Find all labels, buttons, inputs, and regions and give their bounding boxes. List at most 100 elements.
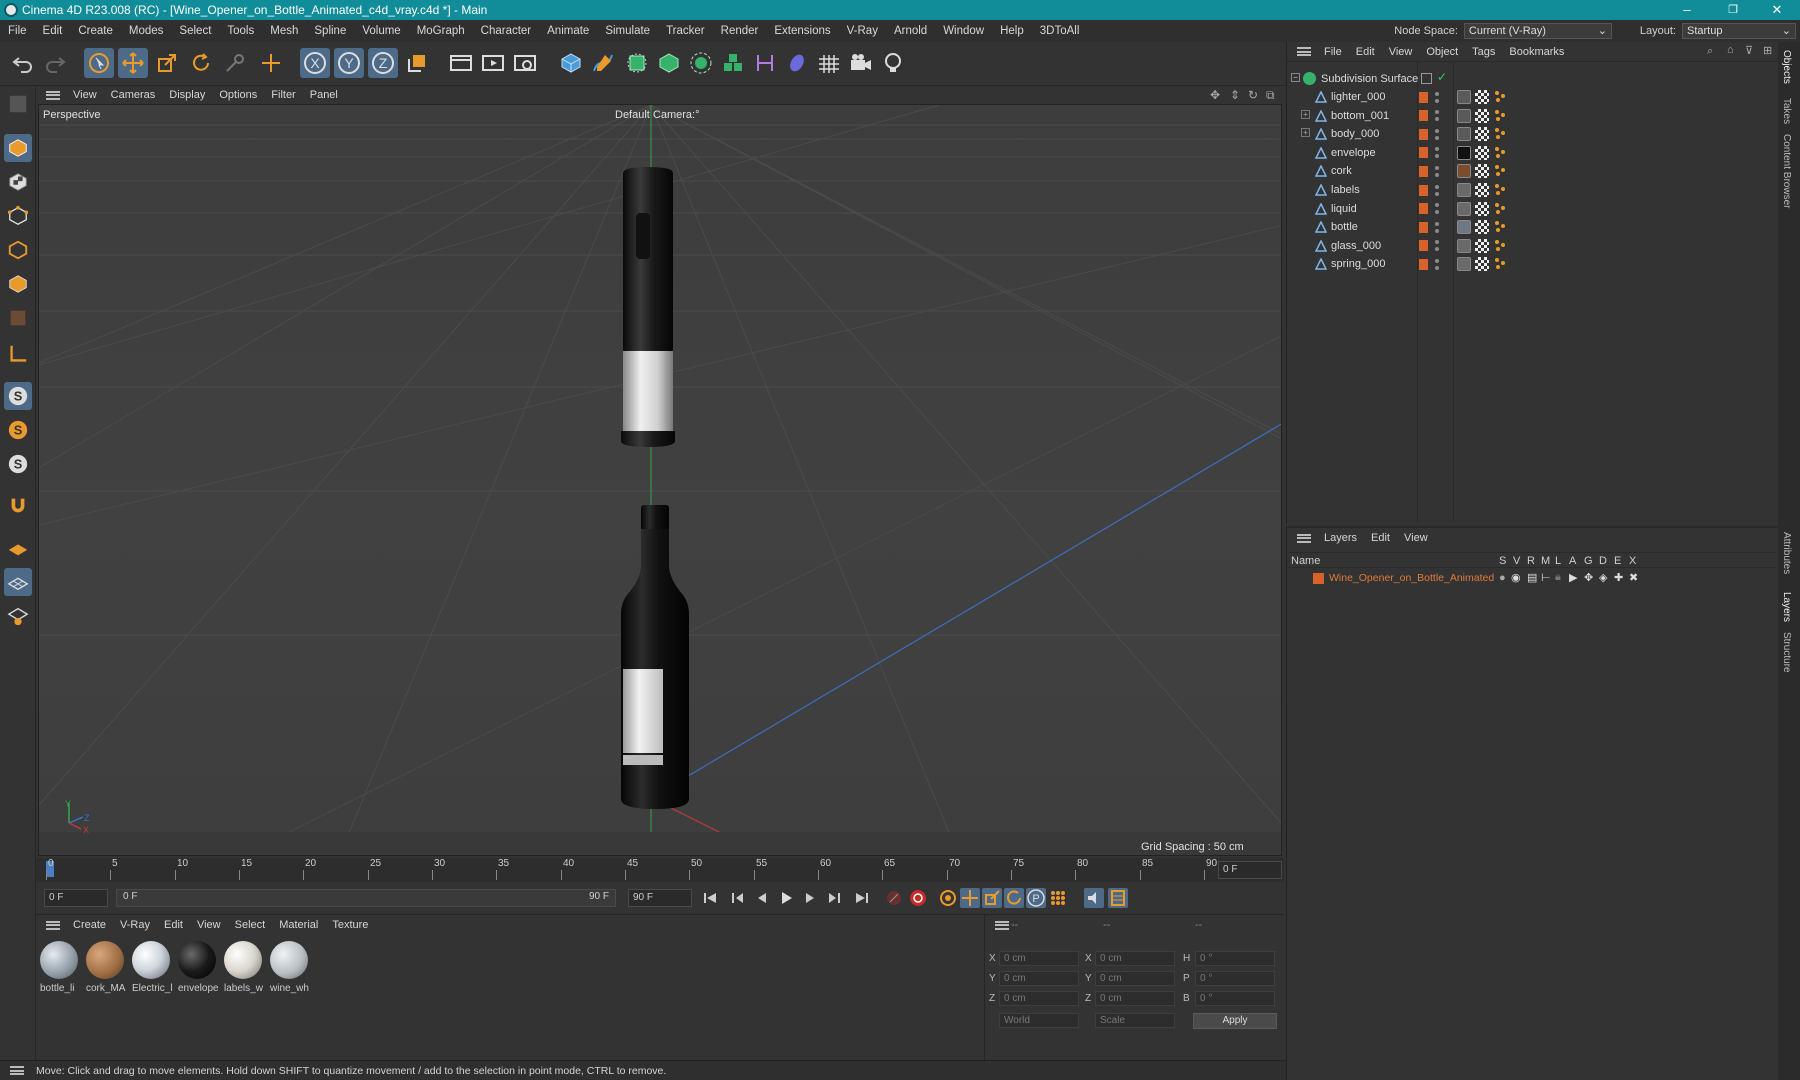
- uvw-tag-icon[interactable]: [1475, 127, 1489, 142]
- snap-toggle-button[interactable]: S: [4, 382, 32, 410]
- layers-menu-layers[interactable]: Layers: [1317, 532, 1364, 544]
- side-tab-takes[interactable]: Takes: [1781, 98, 1792, 124]
- uvw-tag-icon[interactable]: [1475, 183, 1489, 197]
- sound-icon[interactable]: [1084, 888, 1104, 908]
- object-row-root[interactable]: − Subdivision Surface ✓: [1287, 70, 1777, 88]
- scale-tool-button[interactable]: [152, 48, 182, 78]
- selection-tag-icon[interactable]: [1493, 238, 1507, 252]
- material-menu-view[interactable]: View: [190, 919, 228, 931]
- selection-tag-icon[interactable]: [1493, 108, 1507, 122]
- side-tab-attributes[interactable]: Attributes: [1781, 532, 1792, 574]
- field-button[interactable]: [782, 48, 812, 78]
- layer-color-tag[interactable]: [1419, 165, 1428, 177]
- apply-button[interactable]: Apply: [1193, 1013, 1277, 1029]
- layer-name[interactable]: Wine_Opener_on_Bottle_Animated: [1329, 572, 1494, 584]
- rotation-p-field[interactable]: 0 °: [1195, 971, 1275, 986]
- previous-key-icon[interactable]: [728, 888, 748, 908]
- current-frame-field[interactable]: 0 F: [1218, 861, 1282, 879]
- layers-column-xrefs[interactable]: X: [1629, 555, 1636, 567]
- viewport-menu-panel[interactable]: Panel: [303, 89, 345, 101]
- menu-select[interactable]: Select: [171, 25, 219, 37]
- viewport-menu-display[interactable]: Display: [162, 89, 212, 101]
- collapse-icon[interactable]: −: [1291, 73, 1300, 82]
- magnet-button[interactable]: [4, 492, 32, 520]
- expression-icon[interactable]: ✚: [1614, 571, 1623, 584]
- layers-menu-view[interactable]: View: [1397, 532, 1435, 544]
- selection-tag-icon[interactable]: [1493, 256, 1507, 270]
- cube-object-button[interactable]: [556, 48, 586, 78]
- material-tag-icon[interactable]: [1457, 164, 1471, 179]
- object-row[interactable]: + body_000: [1287, 125, 1777, 143]
- locked-workplane-button[interactable]: [4, 602, 32, 630]
- node-space-dropdown[interactable]: Current (V-Ray) ⌄: [1463, 23, 1612, 39]
- layers-column-expressions[interactable]: E: [1614, 555, 1621, 567]
- deformer-button[interactable]: [750, 48, 780, 78]
- cloner-button[interactable]: [686, 48, 716, 78]
- new-window-icon[interactable]: ⊞: [1763, 44, 1772, 57]
- points-mode-button[interactable]: [4, 202, 32, 230]
- side-tab-objects[interactable]: Objects: [1781, 50, 1792, 84]
- side-tab-layers[interactable]: Layers: [1781, 592, 1792, 622]
- light-button[interactable]: [878, 48, 908, 78]
- menu-volume[interactable]: Volume: [354, 25, 408, 37]
- end-frame-field[interactable]: 90 F: [628, 889, 692, 907]
- hamburger-icon[interactable]: [46, 90, 60, 100]
- material-menu-material[interactable]: Material: [272, 919, 325, 931]
- timeline-ruler[interactable]: 0 5 10 15 20 25 30 35 40 45 50 55 60 65 70 75 80 85 90 0 F: [36, 858, 1284, 882]
- deformer-icon[interactable]: ◈: [1599, 571, 1607, 584]
- object-menu-file[interactable]: File: [1317, 46, 1349, 58]
- material-menu-edit[interactable]: Edit: [157, 919, 190, 931]
- visible-eye-icon[interactable]: ◉: [1511, 571, 1521, 584]
- uvw-tag-icon[interactable]: [1475, 164, 1489, 179]
- layer-color-swatch[interactable]: [1313, 573, 1324, 584]
- viewport-menu-cameras[interactable]: Cameras: [104, 89, 163, 101]
- menu-spline[interactable]: Spline: [306, 25, 354, 37]
- viewport-camera-name[interactable]: Default Camera:°: [615, 109, 700, 121]
- transform-mode-dropdown[interactable]: Scale: [1095, 1013, 1175, 1028]
- uvw-tag-icon[interactable]: [1475, 238, 1489, 253]
- render-view-button[interactable]: [446, 48, 476, 78]
- visibility-dots-icon[interactable]: [1435, 203, 1439, 215]
- generator-icon[interactable]: ✥: [1584, 571, 1593, 584]
- menu-mograph[interactable]: MoGraph: [409, 25, 473, 37]
- solo-dot-icon[interactable]: ●: [1499, 572, 1506, 584]
- coordinate-system-button[interactable]: [402, 48, 432, 78]
- live-selection-button[interactable]: [220, 48, 250, 78]
- menu-tools[interactable]: Tools: [219, 25, 262, 37]
- grid-plane-button[interactable]: [4, 568, 32, 596]
- selection-tag-icon[interactable]: [1493, 126, 1507, 140]
- make-editable-button[interactable]: [4, 90, 32, 118]
- layers-column-deformers[interactable]: D: [1599, 555, 1607, 567]
- hamburger-icon[interactable]: [1297, 47, 1311, 56]
- layer-color-tag[interactable]: [1419, 258, 1428, 270]
- coordinate-system-dropdown[interactable]: World: [999, 1013, 1079, 1028]
- manager-icon[interactable]: ⊢: [1541, 571, 1551, 584]
- object-row[interactable]: cork: [1287, 162, 1777, 180]
- rotate-view-icon[interactable]: ↻: [1248, 88, 1258, 102]
- position-x-field[interactable]: 0 cm: [999, 951, 1079, 966]
- material-tag-icon[interactable]: [1457, 220, 1471, 235]
- side-tab-content-browser[interactable]: Content Browser: [1781, 134, 1792, 208]
- play-icon[interactable]: [776, 888, 796, 908]
- checkbox-icon[interactable]: [1421, 73, 1432, 84]
- wine-bottle-model[interactable]: [617, 503, 691, 813]
- visibility-dots-icon[interactable]: [1435, 110, 1439, 122]
- go-to-start-icon[interactable]: [700, 888, 720, 908]
- layers-column-name[interactable]: Name: [1291, 555, 1320, 567]
- material-tag-icon[interactable]: [1457, 257, 1471, 272]
- layer-color-tag[interactable]: [1419, 184, 1428, 196]
- layers-column-locked[interactable]: L: [1555, 555, 1561, 567]
- texture-mode-button[interactable]: [4, 168, 32, 196]
- menu-modes[interactable]: Modes: [121, 25, 172, 37]
- keyframe-selection-icon[interactable]: [938, 888, 958, 908]
- menu-simulate[interactable]: Simulate: [597, 25, 658, 37]
- selection-tag-icon[interactable]: [1493, 219, 1507, 233]
- material-tag-icon[interactable]: [1457, 90, 1471, 104]
- layer-color-tag[interactable]: [1419, 221, 1428, 233]
- object-row[interactable]: labels: [1287, 181, 1777, 199]
- workplane-button[interactable]: [4, 534, 32, 562]
- mograph-cloner-button[interactable]: [718, 48, 748, 78]
- y-axis-lock-button[interactable]: Y: [334, 48, 364, 78]
- material-swatch[interactable]: [224, 941, 262, 979]
- layer-color-tag[interactable]: [1419, 147, 1428, 159]
